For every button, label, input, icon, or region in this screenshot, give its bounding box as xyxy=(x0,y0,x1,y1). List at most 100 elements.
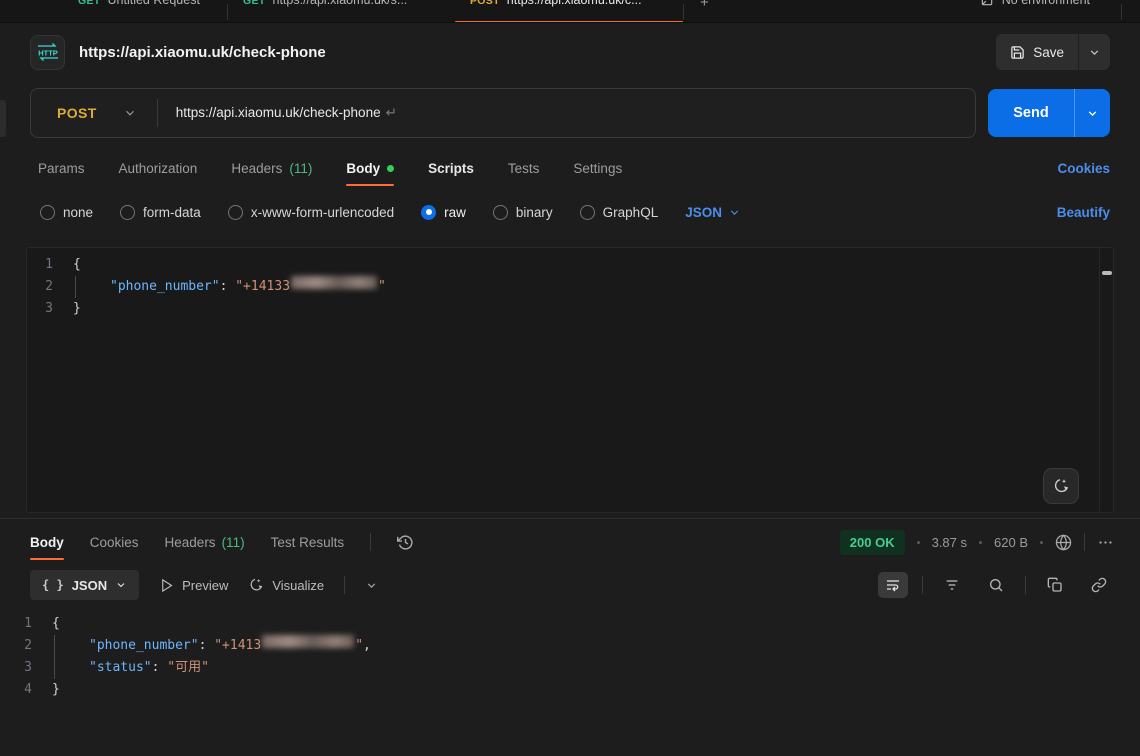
code-line: 4 } xyxy=(0,679,1140,701)
radio-label: form-data xyxy=(143,205,201,220)
radio-label: none xyxy=(63,205,93,220)
redacted-phone-digits xyxy=(291,276,377,289)
radio-graphql[interactable]: GraphQL xyxy=(580,205,659,220)
response-size[interactable]: 620 B xyxy=(994,535,1028,550)
tab-label: Authorization xyxy=(119,161,198,176)
headers-count: (11) xyxy=(289,161,312,176)
code-line: 1 { xyxy=(27,254,1113,276)
tab-label: Headers xyxy=(165,535,216,550)
editor-scrollbar[interactable] xyxy=(1099,249,1113,511)
tab-label: Untitled Request xyxy=(108,0,200,7)
tab-scripts[interactable]: Scripts xyxy=(428,151,474,186)
response-tab-headers[interactable]: Headers (11) xyxy=(165,525,245,560)
code-token: " xyxy=(378,276,386,298)
workspace-tab-2[interactable]: GET https://api.xiaomu.uk/s... xyxy=(243,0,407,7)
beautify-link[interactable]: Beautify xyxy=(1057,205,1110,220)
language-selector[interactable]: JSON xyxy=(685,205,741,220)
code-line: 3 "status": "可用" xyxy=(0,657,1140,679)
tab-label: https://api.xiaomu.uk/c... xyxy=(507,0,642,7)
method-selector[interactable]: POST xyxy=(31,105,157,121)
workspace-tab-bar: GET Untitled Request GET https://api.xia… xyxy=(0,0,1140,23)
tab-label: Body xyxy=(30,535,64,550)
request-tabs: Params Authorization Headers(11) Body Sc… xyxy=(0,145,1140,191)
filter-button[interactable] xyxy=(937,572,967,598)
code-token: " xyxy=(355,635,363,657)
environment-label: No environment xyxy=(1002,0,1090,7)
code-token: "+14133 xyxy=(235,276,290,298)
code-line: 3 } xyxy=(27,298,1113,320)
response-more-options-button[interactable] xyxy=(1097,534,1114,551)
radio-none[interactable]: none xyxy=(40,205,93,220)
visualize-options-button[interactable] xyxy=(365,579,378,592)
redacted-phone-digits xyxy=(262,635,354,648)
url-box: POST https://api.xiaomu.uk/check-phone↵ xyxy=(30,88,976,138)
sidebar-collapsed-handle[interactable] xyxy=(0,100,6,137)
response-tab-test-results[interactable]: Test Results xyxy=(271,525,345,560)
response-body-editor[interactable]: 1 { 2 "phone_number": "+1413", 3 "status… xyxy=(0,605,1140,756)
response-editor-actions xyxy=(878,572,1114,598)
visualize-label: Visualize xyxy=(272,578,324,593)
workspace-tab-active[interactable]: POST https://api.xiaomu.uk/c... xyxy=(470,0,642,7)
tab-params[interactable]: Params xyxy=(38,151,85,186)
indent-guide xyxy=(54,657,89,679)
response-tab-cookies[interactable]: Cookies xyxy=(90,525,139,560)
tab-headers[interactable]: Headers(11) xyxy=(231,151,312,186)
method-badge: GET xyxy=(78,0,101,7)
response-time[interactable]: 3.87 s xyxy=(932,535,967,550)
response-history-button[interactable] xyxy=(397,534,414,551)
postbot-button[interactable] xyxy=(1043,468,1079,504)
copy-button[interactable] xyxy=(1040,572,1070,598)
url-input[interactable]: https://api.xiaomu.uk/check-phone↵ xyxy=(158,105,397,121)
divider xyxy=(922,576,923,594)
indent-guide xyxy=(75,276,110,298)
tab-settings[interactable]: Settings xyxy=(573,151,622,186)
line-number: 1 xyxy=(0,613,52,635)
environment-selector[interactable]: No environment xyxy=(980,0,1090,7)
save-button[interactable]: Save xyxy=(996,34,1078,70)
radio-raw[interactable]: raw xyxy=(421,205,466,220)
send-options-button[interactable] xyxy=(1074,89,1110,137)
new-tab-button[interactable]: + xyxy=(700,0,709,11)
response-tab-body[interactable]: Body xyxy=(30,525,64,560)
radio-binary[interactable]: binary xyxy=(493,205,553,220)
link-button[interactable] xyxy=(1084,572,1114,598)
radio-x-www-form-urlencoded[interactable]: x-www-form-urlencoded xyxy=(228,205,394,220)
code-token: : xyxy=(220,276,236,298)
radio-form-data[interactable]: form-data xyxy=(120,205,201,220)
radio-icon xyxy=(580,205,595,220)
line-number: 3 xyxy=(0,657,52,679)
save-options-button[interactable] xyxy=(1078,34,1110,70)
divider xyxy=(344,576,345,594)
radio-icon xyxy=(493,205,508,220)
word-wrap-button[interactable] xyxy=(878,572,908,598)
search-button[interactable] xyxy=(981,572,1011,598)
line-number: 2 xyxy=(0,635,52,657)
chevron-down-icon xyxy=(1086,107,1099,120)
play-icon xyxy=(159,578,174,593)
tab-body[interactable]: Body xyxy=(346,151,394,186)
tab-authorization[interactable]: Authorization xyxy=(119,151,198,186)
divider xyxy=(370,533,371,551)
line-number: 2 xyxy=(27,276,73,298)
url-value: https://api.xiaomu.uk/check-phone xyxy=(176,105,381,120)
tab-tests[interactable]: Tests xyxy=(508,151,540,186)
braces-icon: { } xyxy=(42,578,64,592)
save-button-group: Save xyxy=(996,34,1110,70)
tab-label: Body xyxy=(346,161,380,176)
response-format-selector[interactable]: { } JSON xyxy=(30,570,139,600)
scrollbar-thumb[interactable] xyxy=(1102,271,1112,275)
headers-count: (11) xyxy=(222,535,245,550)
send-button[interactable]: Send xyxy=(988,89,1074,137)
visualize-button[interactable]: Visualize xyxy=(248,577,324,593)
request-body-editor[interactable]: 1 { 2 "phone_number": "+14133" 3 } xyxy=(26,247,1114,513)
radio-label: raw xyxy=(444,205,466,220)
status-badge[interactable]: 200 OK xyxy=(840,530,905,555)
radio-label: x-www-form-urlencoded xyxy=(251,205,394,220)
network-info-button[interactable] xyxy=(1055,534,1072,551)
cookies-link[interactable]: Cookies xyxy=(1057,161,1110,176)
language-label: JSON xyxy=(685,205,722,220)
code-token: : xyxy=(199,635,215,657)
workspace-tab-untitled[interactable]: GET Untitled Request xyxy=(78,0,200,7)
preview-button[interactable]: Preview xyxy=(159,578,228,593)
method-badge: POST xyxy=(470,0,500,7)
